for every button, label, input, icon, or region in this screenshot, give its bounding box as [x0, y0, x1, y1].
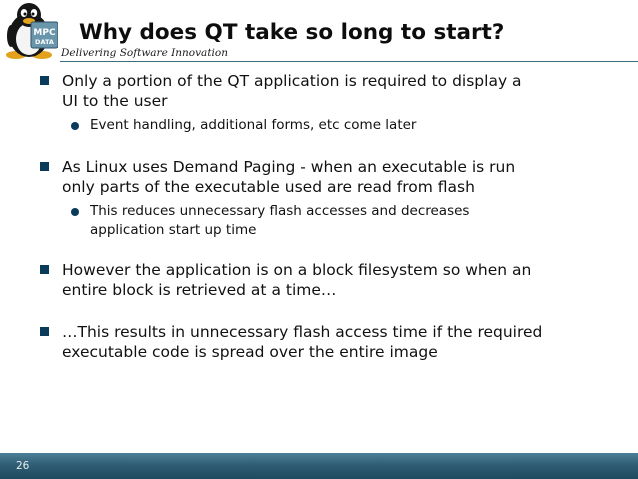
bullet-item: Only a portion of the QT application is … [0, 71, 638, 111]
bullet-text-line: However the application is on a block fi… [62, 261, 532, 279]
bullet-text-line: UI to the user [62, 92, 168, 110]
round-bullet-icon [71, 122, 79, 130]
sub-bullet-text-line: Event handling, additional forms, etc co… [90, 117, 417, 133]
bullet-text-line: As Linux uses Demand Paging - when an ex… [62, 158, 516, 176]
square-bullet-icon [40, 265, 49, 274]
bullet-item: As Linux uses Demand Paging - when an ex… [0, 157, 638, 197]
bullet-text-line: …This results in unnecessary flash acces… [62, 323, 543, 341]
slide-title: Why does QT take so long to start? [79, 20, 505, 45]
logo-text-data: DATA [35, 38, 54, 46]
bullet-text-line: Only a portion of the QT application is … [62, 72, 522, 90]
bullet-text-line: executable code is spread over the entir… [62, 343, 438, 361]
square-bullet-icon [40, 162, 49, 171]
bullet-text-line: only parts of the executable used are re… [62, 178, 475, 196]
logo-text-mpc: MPC [33, 28, 56, 38]
sub-bullet-text-line: This reduces unnecessary flash accesses … [90, 203, 470, 219]
bullet-item: However the application is on a block fi… [0, 260, 638, 300]
sub-bullet-item: Event handling, additional forms, etc co… [0, 116, 638, 135]
footer-bar: 26 [0, 453, 638, 479]
page-number: 26 [16, 460, 30, 472]
square-bullet-icon [40, 327, 49, 336]
bullet-text-line: entire block is retrieved at a time… [62, 281, 337, 299]
tux-penguin-logo-icon: MPC DATA [6, 3, 59, 59]
company-tagline: Delivering Software Innovation [61, 47, 228, 59]
company-logo: MPC DATA [2, 2, 59, 60]
header-divider [60, 61, 638, 62]
square-bullet-icon [40, 76, 49, 85]
bullet-item: …This results in unnecessary flash acces… [0, 322, 638, 362]
sub-bullet-item: This reduces unnecessary flash accesses … [0, 202, 638, 240]
sub-bullet-text-line: application start up time [90, 222, 257, 238]
round-bullet-icon [71, 208, 79, 216]
bullet-list: Only a portion of the QT application is … [0, 71, 638, 362]
